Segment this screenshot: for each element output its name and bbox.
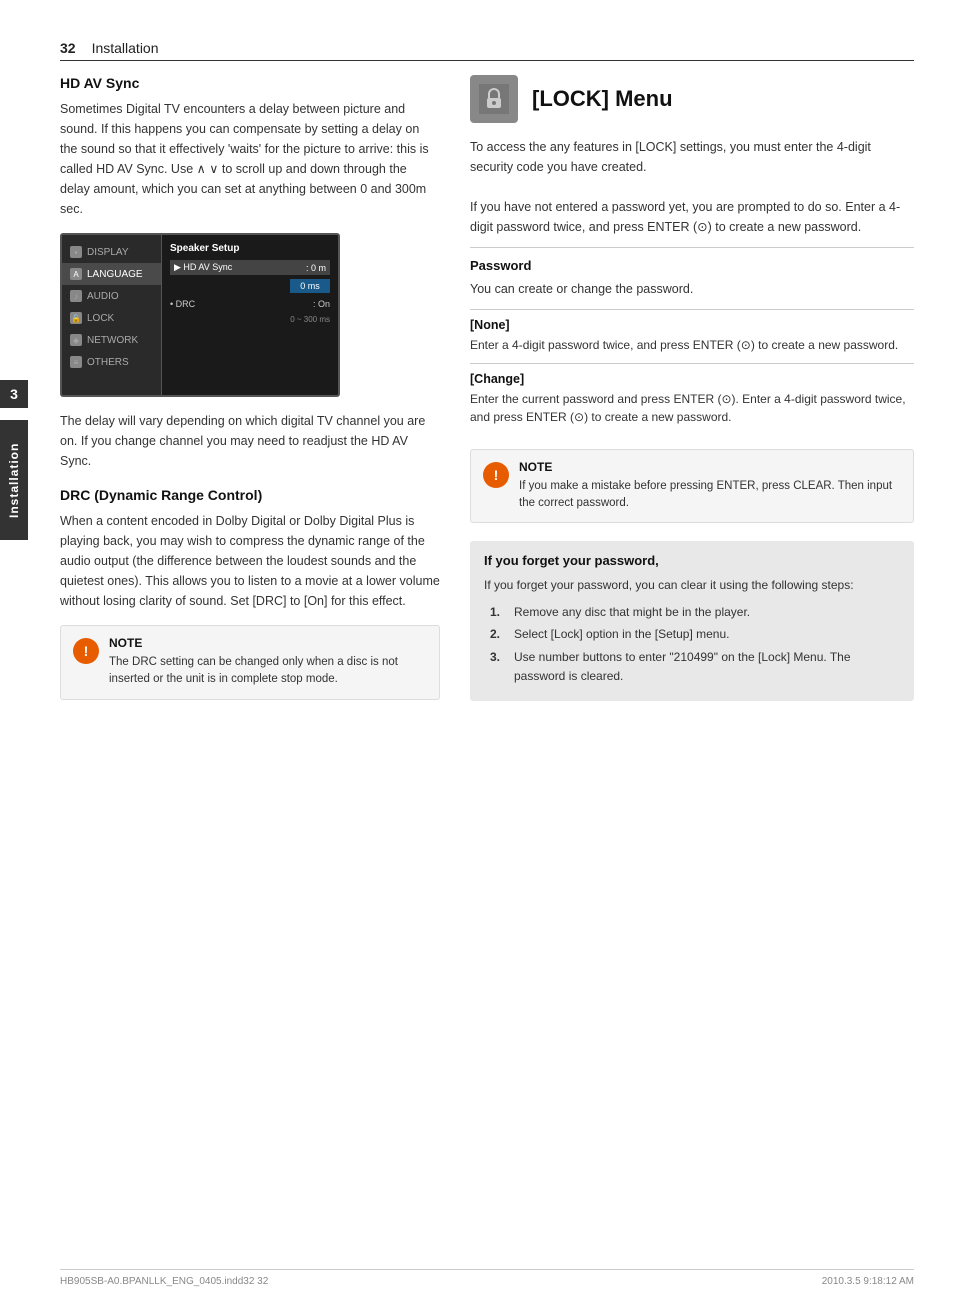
note-drc-text: The DRC setting can be changed only when… xyxy=(109,654,427,689)
drc-heading: DRC (Dynamic Range Control) xyxy=(60,487,440,503)
footer-left: HB905SB-A0.BPANLLK_ENG_0405.indd32 32 xyxy=(60,1276,268,1287)
forget-step-2: 2.Select [Lock] option in the [Setup] me… xyxy=(490,625,900,644)
forget-step-1: 1.Remove any disc that might be in the p… xyxy=(490,603,900,622)
note-lock-box: ! NOTE If you make a mistake before pres… xyxy=(470,449,914,524)
lock-title-row: [LOCK] Menu xyxy=(470,75,914,123)
menu-item-others: ≡ OTHERS xyxy=(62,351,161,373)
password-description: You can create or change the password. xyxy=(470,279,914,299)
audio-icon: ♪ xyxy=(70,290,82,302)
hd-av-sync-heading: HD AV Sync xyxy=(60,75,440,91)
top-border xyxy=(60,60,914,61)
note-lock-title: NOTE xyxy=(519,460,901,474)
forget-intro: If you forget your password, you can cle… xyxy=(484,576,900,595)
side-tab-number: 3 xyxy=(0,380,28,408)
page-container: 32 Installation 3 Installation HD AV Syn… xyxy=(0,0,954,1301)
menu-item-audio: ♪ AUDIO xyxy=(62,285,161,307)
option-none-label: [None] xyxy=(470,318,914,332)
password-option-change: [Change] Enter the current password and … xyxy=(470,363,914,435)
menu-value-display: 0 ms xyxy=(290,279,330,293)
lock-menu-title: [LOCK] Menu xyxy=(532,86,673,112)
password-option-none: [None] Enter a 4-digit password twice, a… xyxy=(470,309,914,363)
forget-step-3: 3.Use number buttons to enter "210499" o… xyxy=(490,648,900,685)
hd-av-sync-body2: The delay will vary depending on which d… xyxy=(60,411,440,471)
note-drc-title: NOTE xyxy=(109,636,427,650)
right-column: [LOCK] Menu To access the any features i… xyxy=(470,75,914,1251)
menu-right-item-hd: ▶ HD AV Sync : 0 m xyxy=(170,260,330,275)
forget-steps-list: 1.Remove any disc that might be in the p… xyxy=(484,603,900,685)
divider-1 xyxy=(470,247,914,248)
menu-right-title: Speaker Setup xyxy=(170,243,330,254)
lock-icon-image xyxy=(470,75,518,123)
option-change-text: Enter the current password and press ENT… xyxy=(470,390,914,427)
menu-screenshot: ▪ DISPLAY A LANGUAGE ♪ AUDIO 🔒 xyxy=(60,233,340,397)
chapter-title-header: Installation xyxy=(92,40,159,56)
password-section: Password You can create or change the pa… xyxy=(470,258,914,435)
footer-right: 2010.3.5 9:18:12 AM xyxy=(822,1276,914,1287)
menu-item-network: ◈ NETWORK xyxy=(62,329,161,351)
drc-body: When a content encoded in Dolby Digital … xyxy=(60,511,440,611)
side-tab-label: Installation xyxy=(0,420,28,540)
page-number: 32 xyxy=(60,40,76,56)
menu-item-language: A LANGUAGE xyxy=(62,263,161,285)
menu-right-item-drc: • DRC : On xyxy=(170,297,330,311)
note-drc-box: ! NOTE The DRC setting can be changed on… xyxy=(60,625,440,700)
network-icon: ◈ xyxy=(70,334,82,346)
left-column: HD AV Sync Sometimes Digital TV encounte… xyxy=(60,75,440,1251)
menu-left-panel: ▪ DISPLAY A LANGUAGE ♪ AUDIO 🔒 xyxy=(62,235,162,395)
page-footer: HB905SB-A0.BPANLLK_ENG_0405.indd32 32 20… xyxy=(60,1269,914,1287)
lock-menu-icon: 🔒 xyxy=(70,312,82,324)
hd-av-sync-body1: Sometimes Digital TV encounters a delay … xyxy=(60,99,440,219)
option-change-label: [Change] xyxy=(470,372,914,386)
menu-item-display: ▪ DISPLAY xyxy=(62,241,161,263)
display-icon: ▪ xyxy=(70,246,82,258)
others-icon: ≡ xyxy=(70,356,82,368)
forget-heading: If you forget your password, xyxy=(484,553,900,568)
content-area: HD AV Sync Sometimes Digital TV encounte… xyxy=(60,75,914,1251)
note-lock-text: If you make a mistake before pressing EN… xyxy=(519,478,901,513)
language-icon: A xyxy=(70,268,82,280)
lock-menu-body: To access the any features in [LOCK] set… xyxy=(470,137,914,237)
page-header: 32 Installation xyxy=(60,40,159,56)
note-drc-icon: ! xyxy=(73,638,99,664)
menu-right-panel: Speaker Setup ▶ HD AV Sync : 0 m 0 ms • … xyxy=(162,235,338,395)
menu-item-lock: 🔒 LOCK xyxy=(62,307,161,329)
password-heading: Password xyxy=(470,258,914,273)
forget-password-box: If you forget your password, If you forg… xyxy=(470,541,914,701)
menu-range: 0 ~ 300 ms xyxy=(170,315,330,324)
option-none-text: Enter a 4-digit password twice, and pres… xyxy=(470,336,914,355)
note-lock-icon: ! xyxy=(483,462,509,488)
